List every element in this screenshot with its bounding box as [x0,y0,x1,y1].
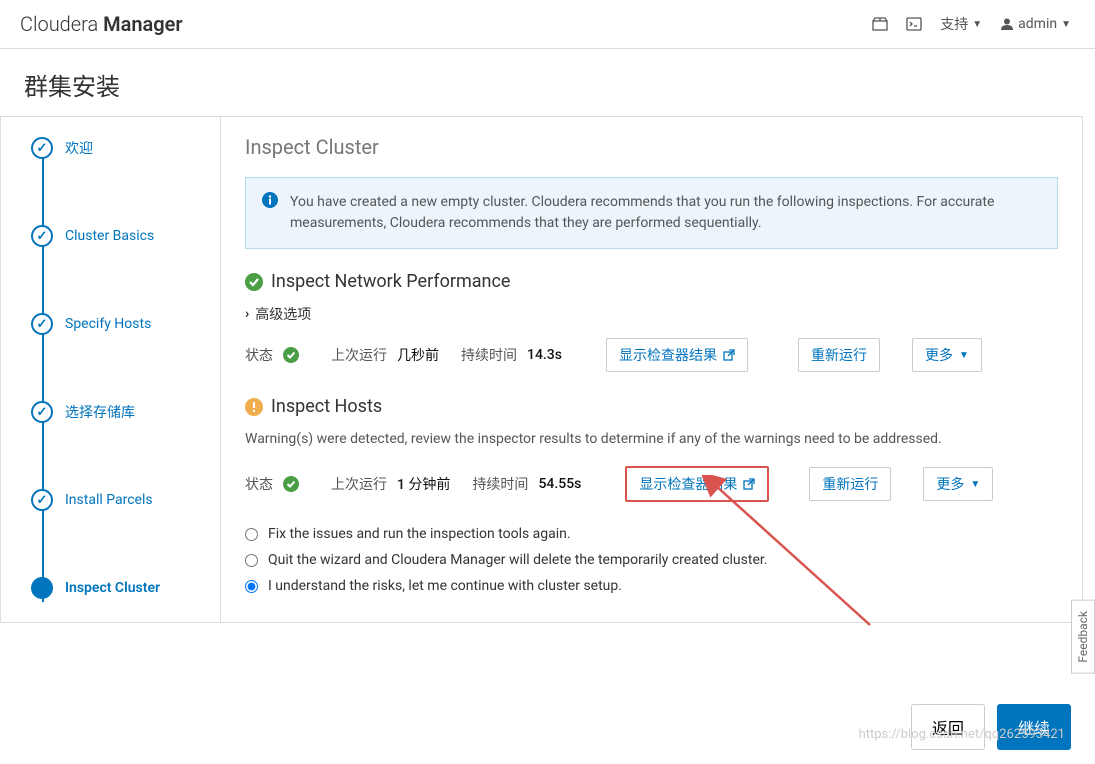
user-dropdown[interactable]: admin ▼ [1000,16,1071,32]
step-current-icon [31,577,53,599]
radio-fix[interactable] [245,528,258,541]
more-dropdown[interactable]: 更多 ▼ [923,467,993,501]
rerun-button[interactable]: 重新运行 [809,467,891,501]
success-icon [283,476,299,492]
caret-down-icon: ▼ [1061,19,1071,30]
back-button[interactable]: 返回 [911,704,985,750]
support-label: 支持 [940,14,968,34]
success-icon [283,347,299,363]
step-label: Cluster Basics [65,228,154,244]
step-install-parcels[interactable]: ✓ Install Parcels [31,489,220,511]
more-dropdown[interactable]: 更多 ▼ [912,338,982,372]
section-title: Inspect Cluster [245,135,1058,159]
caret-down-icon: ▼ [970,479,980,490]
top-right-actions: 支持 ▼ admin ▼ [872,14,1071,34]
status-label: 状态 [245,474,273,494]
option-fix[interactable]: Fix the issues and run the inspection to… [245,526,1058,542]
running-commands-icon[interactable] [906,17,922,31]
duration-label: 持续时间 [472,474,528,494]
network-status-row: 状态 上次运行 几秒前 持续时间 14.3s 显示检查器结果 重新运行 更多 ▼ [245,338,1058,372]
duration-value: 14.3s [527,347,562,363]
advanced-options-toggle[interactable]: › 高级选项 [245,304,1058,324]
radio-quit[interactable] [245,554,258,567]
step-cluster-basics[interactable]: ✓ Cluster Basics [31,225,220,247]
last-run-value: 1 分钟前 [397,474,450,494]
duration-label: 持续时间 [461,345,517,365]
brand-bold: Manager [103,12,183,36]
option-understand-label: I understand the risks, let me continue … [268,578,622,594]
more-label: 更多 [925,345,953,365]
caret-down-icon: ▼ [972,19,982,30]
footer-buttons: 返回 继续 [911,704,1071,750]
step-label: Specify Hosts [65,316,151,332]
hosts-heading: Inspect Hosts [245,396,1058,417]
option-understand[interactable]: I understand the risks, let me continue … [245,578,1058,594]
steps-sidebar: ✓ 欢迎 ✓ Cluster Basics ✓ Specify Hosts ✓ … [0,116,220,623]
step-check-icon: ✓ [31,313,53,335]
warning-icon [245,398,263,416]
external-link-icon [723,349,735,361]
rerun-label: 重新运行 [822,474,878,494]
step-label: 欢迎 [65,138,93,158]
step-check-icon: ✓ [31,401,53,423]
last-run-value: 几秒前 [397,345,439,365]
content-panel: Inspect Cluster You have created a new e… [220,116,1083,623]
show-results-label: 显示检查器结果 [619,345,717,365]
page-title: 群集安装 [0,49,1095,116]
option-quit-label: Quit the wizard and Cloudera Manager wil… [268,552,767,568]
hosts-status-row: 状态 上次运行 1 分钟前 持续时间 54.55s 显示检查器结果 重新运行 更… [245,466,1058,502]
external-link-icon [743,478,755,490]
info-alert: You have created a new empty cluster. Cl… [245,177,1058,249]
option-fix-label: Fix the issues and run the inspection to… [268,526,571,542]
step-inspect-cluster[interactable]: Inspect Cluster [31,577,220,599]
last-run-label: 上次运行 [331,474,387,494]
rerun-button[interactable]: 重新运行 [798,338,880,372]
hosts-warning-text: Warning(s) were detected, review the ins… [245,429,1058,450]
brand-light: Cloudera [20,12,103,36]
network-heading-text: Inspect Network Performance [271,271,510,292]
user-icon [1000,17,1014,31]
step-label: Install Parcels [65,492,153,508]
support-dropdown[interactable]: 支持 ▼ [940,14,982,34]
show-results-label: 显示检查器结果 [639,474,737,494]
advanced-options-label: 高级选项 [255,304,311,324]
success-icon [245,273,263,291]
last-run-label: 上次运行 [331,345,387,365]
step-select-repository[interactable]: ✓ 选择存储库 [31,401,220,423]
status-label: 状态 [245,345,273,365]
more-label: 更多 [936,474,964,494]
chevron-right-icon: › [245,306,249,322]
show-results-button[interactable]: 显示检查器结果 [606,338,748,372]
radio-understand[interactable] [245,580,258,593]
info-text: You have created a new empty cluster. Cl… [290,192,1041,234]
caret-down-icon: ▼ [959,350,969,361]
user-label: admin [1018,16,1057,32]
step-label: 选择存储库 [65,402,135,422]
continue-button[interactable]: 继续 [997,704,1071,750]
feedback-tab[interactable]: Feedback [1071,600,1095,674]
brand-logo: Cloudera Manager [20,12,183,36]
step-check-icon: ✓ [31,225,53,247]
step-check-icon: ✓ [31,489,53,511]
network-heading: Inspect Network Performance [245,271,1058,292]
hosts-heading-text: Inspect Hosts [271,396,382,417]
info-icon [262,192,278,234]
step-check-icon: ✓ [31,137,53,159]
step-connector-line [42,148,44,602]
main-content: ✓ 欢迎 ✓ Cluster Basics ✓ Specify Hosts ✓ … [0,116,1095,623]
rerun-label: 重新运行 [811,345,867,365]
step-welcome[interactable]: ✓ 欢迎 [31,137,220,159]
duration-value: 54.55s [538,476,581,492]
parcels-icon[interactable] [872,17,888,31]
step-specify-hosts[interactable]: ✓ Specify Hosts [31,313,220,335]
show-results-button[interactable]: 显示检查器结果 [625,466,769,502]
top-bar: Cloudera Manager 支持 ▼ admin ▼ [0,0,1095,49]
step-label: Inspect Cluster [65,580,160,596]
option-quit[interactable]: Quit the wizard and Cloudera Manager wil… [245,552,1058,568]
